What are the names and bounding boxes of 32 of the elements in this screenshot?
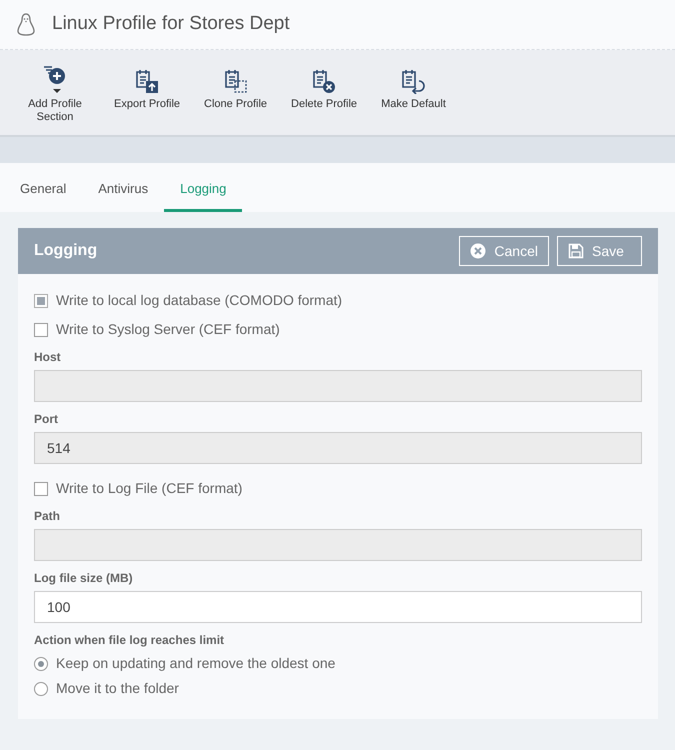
window-title: Linux Profile for Stores Dept [52,13,290,36]
input-field[interactable]: 100 [34,591,642,623]
radio-button[interactable] [34,656,48,670]
toolbar-button[interactable]: Add Profile Section [16,64,94,124]
add-icon [42,64,68,94]
delete-icon [311,68,338,94]
checkbox-label: Write to local log database (COMODO format) [56,291,342,310]
field-label: Path [34,508,62,525]
field-label: Action when file log reaches limit [34,632,226,649]
checkbox-label: Write to Syslog Server (CEF format) [56,320,280,339]
tab[interactable]: General [4,164,82,212]
radio-label: Keep on updating and remove the oldest one [56,654,336,673]
toolbar-button[interactable]: Delete Profile [287,68,362,112]
tab[interactable]: Antivirus [82,164,164,212]
panel-title: Logging [34,241,98,261]
checkbox-label: Write to Log File (CEF format) [56,479,242,498]
save-icon [568,243,584,259]
radio-button[interactable] [34,682,48,696]
field-label: Host [34,349,62,366]
toolbar-button[interactable]: Make Default [377,68,450,112]
clone-icon [222,68,249,94]
toolbar-button[interactable]: Clone Profile [200,68,272,112]
default-icon [400,68,426,94]
penguin-icon [16,12,36,36]
field-label: Log file size (MB) [34,570,134,587]
checkbox[interactable] [34,322,48,336]
radio-label: Move it to the folder [56,679,179,698]
field-label: Port [34,411,59,428]
export-icon [134,68,160,94]
close-icon [470,243,486,259]
toolbar-button[interactable]: Export Profile [110,68,184,112]
checkbox[interactable] [34,482,48,496]
